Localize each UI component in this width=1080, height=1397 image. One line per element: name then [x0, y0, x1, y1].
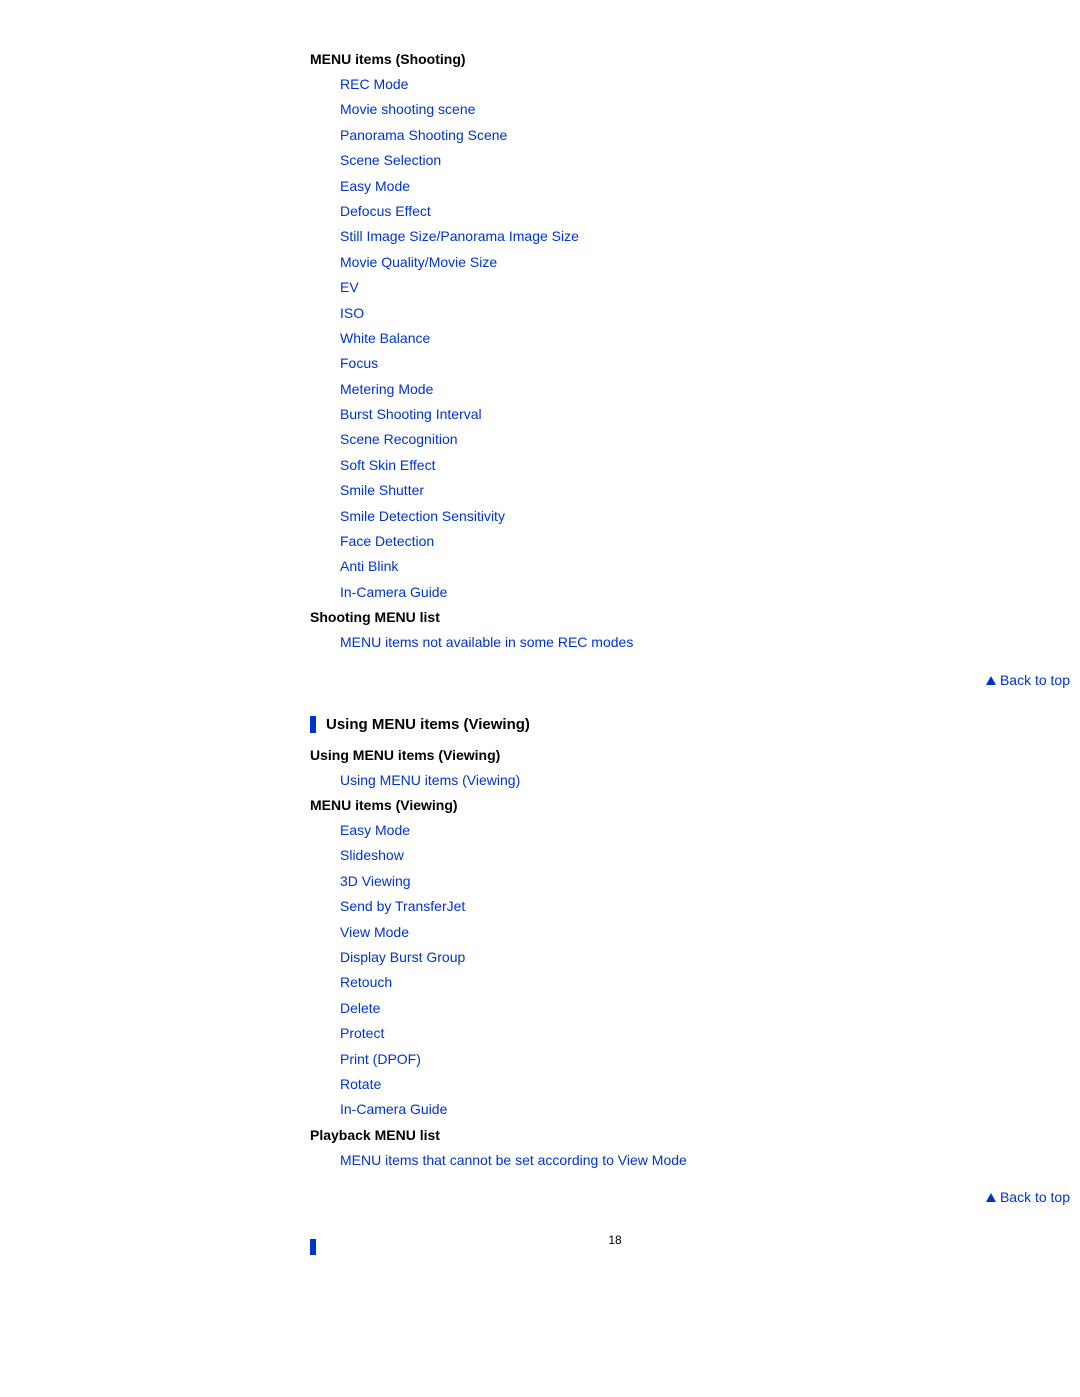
link-item[interactable]: White Balance [340, 327, 920, 349]
shooting-list-heading: Shooting MENU list [310, 609, 920, 625]
link-item[interactable]: Easy Mode [340, 175, 920, 197]
using-viewing-heading: Using MENU items (Viewing) [310, 747, 920, 763]
back-to-top-link[interactable]: Back to top [310, 672, 1070, 688]
link-item[interactable]: REC Mode [340, 73, 920, 95]
shooting-heading: MENU items (Shooting) [310, 51, 920, 67]
viewing-heading: MENU items (Viewing) [310, 797, 920, 813]
link-item[interactable]: MENU items not available in some REC mod… [340, 631, 920, 653]
link-item[interactable]: In-Camera Guide [340, 581, 920, 603]
link-item[interactable]: Defocus Effect [340, 200, 920, 222]
link-item[interactable]: Burst Shooting Interval [340, 403, 920, 425]
link-item[interactable]: Movie Quality/Movie Size [340, 251, 920, 273]
link-item[interactable]: Delete [340, 997, 920, 1019]
link-item[interactable]: Retouch [340, 971, 920, 993]
link-item[interactable]: 3D Viewing [340, 870, 920, 892]
link-item[interactable]: Face Detection [340, 530, 920, 552]
link-item[interactable]: Protect [340, 1022, 920, 1044]
link-item[interactable]: Smile Shutter [340, 479, 920, 501]
triangle-up-icon [986, 676, 996, 685]
link-item[interactable]: Easy Mode [340, 819, 920, 841]
link-item[interactable]: Rotate [340, 1073, 920, 1095]
content-area: MENU items (Shooting) REC Mode Movie sho… [310, 0, 920, 1247]
link-item[interactable]: Using MENU items (Viewing) [340, 769, 920, 791]
link-item[interactable]: EV [340, 276, 920, 298]
link-item[interactable]: ISO [340, 302, 920, 324]
link-item[interactable]: Panorama Shooting Scene [340, 124, 920, 146]
back-to-top-label: Back to top [1000, 1189, 1070, 1205]
viewing-section-title: Using MENU items (Viewing) [310, 716, 920, 733]
triangle-up-icon [986, 1193, 996, 1202]
link-item[interactable]: Metering Mode [340, 378, 920, 400]
link-item[interactable]: Scene Selection [340, 149, 920, 171]
back-to-top-link[interactable]: Back to top [310, 1189, 1070, 1205]
link-item[interactable]: Focus [340, 352, 920, 374]
link-item[interactable]: MENU items that cannot be set according … [340, 1149, 920, 1171]
back-to-top-label: Back to top [1000, 672, 1070, 688]
playback-list-heading: Playback MENU list [310, 1127, 920, 1143]
link-item[interactable]: View Mode [340, 921, 920, 943]
link-item[interactable]: Send by TransferJet [340, 895, 920, 917]
link-item[interactable]: Scene Recognition [340, 428, 920, 450]
section-bar-icon [310, 1239, 316, 1255]
link-item[interactable]: Soft Skin Effect [340, 454, 920, 476]
link-item[interactable]: Print (DPOF) [340, 1048, 920, 1070]
link-item[interactable]: Slideshow [340, 844, 920, 866]
link-item[interactable]: Smile Detection Sensitivity [340, 505, 920, 527]
link-item[interactable]: Anti Blink [340, 555, 920, 577]
link-item[interactable]: Still Image Size/Panorama Image Size [340, 225, 920, 247]
link-item[interactable]: In-Camera Guide [340, 1098, 920, 1120]
link-item[interactable]: Movie shooting scene [340, 98, 920, 120]
page-number: 18 [310, 1233, 920, 1247]
link-item[interactable]: Display Burst Group [340, 946, 920, 968]
